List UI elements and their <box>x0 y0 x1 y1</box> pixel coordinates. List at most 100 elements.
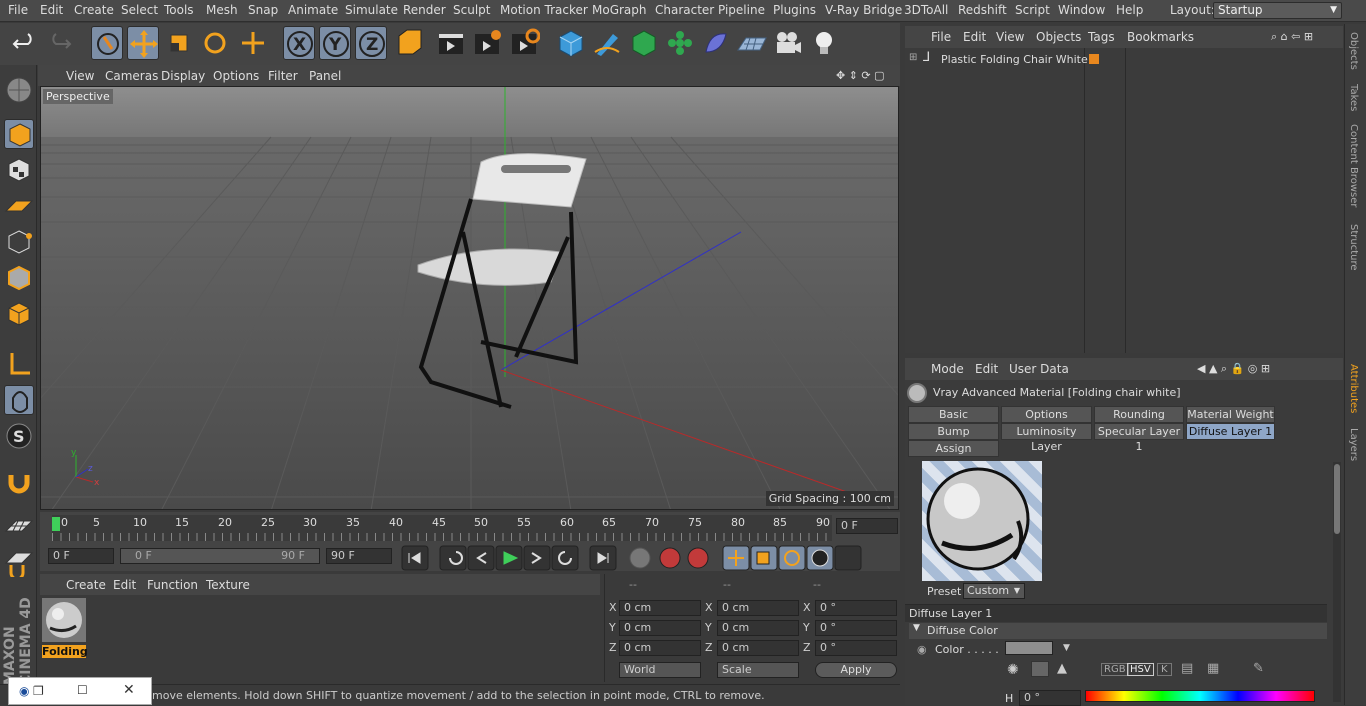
tab-layers[interactable]: Layers <box>1348 428 1359 461</box>
close-icon[interactable]: ✕ <box>123 682 135 698</box>
object-menu-bookmarks[interactable]: Bookmarks <box>1127 30 1194 44</box>
x-axis-icon[interactable]: X <box>283 26 315 60</box>
pos-z-field[interactable]: 0 cm <box>619 640 701 656</box>
object-name[interactable]: Plastic Folding Chair White <box>941 53 1088 66</box>
mixer-icon[interactable]: ▤ <box>1181 661 1193 676</box>
menu-file[interactable]: File <box>8 3 28 17</box>
rot-b-field[interactable]: 0 ° <box>815 640 897 656</box>
start-frame-field[interactable]: 0 F <box>48 548 114 564</box>
make-editable-icon[interactable] <box>4 75 34 105</box>
preset-select[interactable]: Custom ▼ <box>963 583 1025 599</box>
attr-menu-mode[interactable]: Mode <box>931 362 964 376</box>
tab-takes[interactable]: Takes <box>1348 84 1359 111</box>
menu-character[interactable]: Character <box>655 3 714 17</box>
tab-options[interactable]: Options <box>1001 406 1092 423</box>
viewport-menu-options[interactable]: Options <box>213 69 259 83</box>
menu-render[interactable]: Render <box>403 3 446 17</box>
object-manager-nav-icons[interactable]: ⌕ ⌂ ⇦ ⊞ <box>1271 30 1313 44</box>
end-frame-field[interactable]: 90 F <box>326 548 392 564</box>
color-wheel-icon[interactable]: ✺ <box>1007 662 1019 678</box>
undo-icon[interactable] <box>8 26 40 60</box>
model-mode-icon[interactable] <box>4 119 34 149</box>
live-select-icon[interactable] <box>91 26 123 60</box>
tab-structure[interactable]: Structure <box>1348 224 1359 271</box>
material-swatch[interactable]: Folding <box>42 598 88 658</box>
tab-bump[interactable]: Bump <box>908 423 999 440</box>
material-name[interactable]: Folding <box>42 645 88 658</box>
attribute-nav-icons[interactable]: ◀ ▲ ⌕ 🔒 ◎ ⊞ <box>1197 362 1270 376</box>
scrollbar[interactable] <box>1333 462 1341 702</box>
camera-label[interactable]: Perspective <box>43 89 113 104</box>
snap-magnet-icon[interactable] <box>4 467 34 497</box>
rgb-mode-button[interactable]: RGB <box>1101 663 1129 676</box>
viewport-menu-panel[interactable]: Panel <box>309 69 341 83</box>
object-menu-objects[interactable]: Objects <box>1036 30 1081 44</box>
viewport-menu-display[interactable]: Display <box>161 69 205 83</box>
z-axis-icon[interactable]: Z <box>355 26 387 60</box>
image-icon[interactable]: ▲ <box>1057 661 1067 676</box>
coord-mode-scale[interactable]: Scale <box>717 662 799 678</box>
size-y-field[interactable]: 0 cm <box>717 620 799 636</box>
menu-snap[interactable]: Snap <box>248 3 278 17</box>
tab-basic[interactable]: Basic <box>908 406 999 423</box>
recent-tools-icon[interactable] <box>237 26 269 60</box>
scrollbar-thumb[interactable] <box>1334 464 1340 534</box>
size-z-field[interactable]: 0 cm <box>717 640 799 656</box>
menu-sculpt[interactable]: Sculpt <box>453 3 490 17</box>
current-frame-field[interactable]: 0 F <box>836 518 898 534</box>
swatches-icon[interactable]: ▦ <box>1207 661 1219 676</box>
camera-icon[interactable] <box>772 26 804 60</box>
timeline-ruler[interactable]: 0 5 10 15 20 25 30 35 40 45 50 55 60 65 … <box>40 512 900 544</box>
redo-icon[interactable] <box>44 26 76 60</box>
tweak-mode-icon[interactable] <box>4 385 34 415</box>
eyedropper-icon[interactable]: ✎ <box>1253 661 1264 676</box>
material-menu-function[interactable]: Function <box>147 578 198 592</box>
tab-attributes[interactable]: Attributes <box>1348 364 1359 413</box>
light-icon[interactable] <box>808 26 840 60</box>
deformer-icon[interactable] <box>700 26 732 60</box>
hsv-mode-button[interactable]: HSV <box>1127 663 1154 676</box>
tab-assign[interactable]: Assign <box>908 440 999 457</box>
menu-tools[interactable]: Tools <box>164 3 194 17</box>
coordinate-system-icon[interactable] <box>393 26 425 60</box>
quantize-icon[interactable] <box>4 547 34 581</box>
attr-menu-edit[interactable]: Edit <box>975 362 998 376</box>
viewport-menu-filter[interactable]: Filter <box>268 69 298 83</box>
workplane-icon[interactable] <box>4 191 34 221</box>
hue-field[interactable]: 0 ° <box>1019 690 1081 706</box>
pen-icon[interactable] <box>591 26 623 60</box>
layout-select[interactable]: Startup ▼ <box>1213 2 1342 19</box>
perspective-viewport[interactable]: y x z Perspective Grid Spacing : 100 cm <box>40 86 899 510</box>
menu-create[interactable]: Create <box>74 3 114 17</box>
object-menu-view[interactable]: View <box>996 30 1024 44</box>
menu-help[interactable]: Help <box>1116 3 1143 17</box>
apply-button[interactable]: Apply <box>815 662 897 678</box>
viewport-menu-cameras[interactable]: Cameras <box>105 69 158 83</box>
viewport-menu-view[interactable]: View <box>66 69 94 83</box>
render-picture-viewer-icon[interactable] <box>471 26 503 60</box>
points-mode-icon[interactable] <box>4 227 34 257</box>
pos-y-field[interactable]: 0 cm <box>619 620 701 636</box>
menu-simulate[interactable]: Simulate <box>345 3 398 17</box>
rot-p-field[interactable]: 0 ° <box>815 620 897 636</box>
object-menu-tags[interactable]: Tags <box>1088 30 1115 44</box>
object-menu-edit[interactable]: Edit <box>963 30 986 44</box>
menu-3dtoall[interactable]: 3DToAll <box>904 3 948 17</box>
kelvin-mode-button[interactable]: K <box>1157 663 1172 676</box>
menu-window[interactable]: Window <box>1058 3 1105 17</box>
color-swatch[interactable] <box>1005 641 1053 655</box>
menu-animate[interactable]: Animate <box>288 3 338 17</box>
tab-diffuse-layer-1[interactable]: Diffuse Layer 1 <box>1186 423 1275 440</box>
object-menu-file[interactable]: File <box>931 30 951 44</box>
object-row[interactable]: ⊞ ⅃ Plastic Folding Chair White <box>905 50 1343 68</box>
rot-h-field[interactable]: 0 ° <box>815 600 897 616</box>
color-spectrum-icon[interactable] <box>1031 661 1049 677</box>
material-menu-edit[interactable]: Edit <box>113 578 136 592</box>
expand-icon[interactable]: ⊞ <box>909 52 917 63</box>
solo-icon[interactable]: S <box>4 421 34 451</box>
hue-slider[interactable] <box>1085 690 1315 702</box>
rotate-icon[interactable] <box>199 26 231 60</box>
menu-edit[interactable]: Edit <box>40 3 63 17</box>
chevron-down-icon[interactable]: ▼ <box>1063 643 1070 653</box>
maximize-icon[interactable]: ☐ <box>77 683 88 697</box>
